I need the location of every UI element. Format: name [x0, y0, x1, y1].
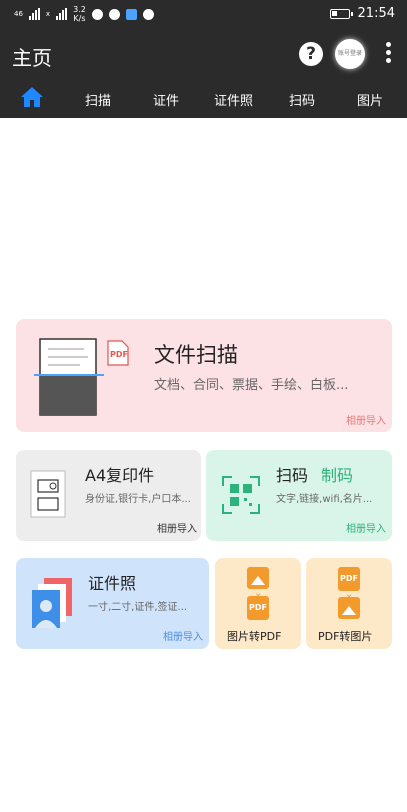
- signal-label-2: x: [45, 10, 51, 18]
- pdf-label: PDF: [110, 350, 128, 359]
- file-scan-title: 文件扫描: [154, 343, 238, 367]
- question-circle-icon[interactable]: ?: [299, 42, 323, 66]
- status-bar: 46 x 3.2 K/s 21:54: [0, 0, 407, 28]
- speed-value: 3.2: [73, 5, 86, 14]
- a4-copy-title: A4复印件: [85, 466, 155, 485]
- tab-qr[interactable]: 扫码: [289, 90, 315, 109]
- network-speed: 3.2 K/s: [73, 5, 86, 23]
- avatar[interactable]: 账号登录: [335, 39, 365, 69]
- pdf-file-icon: PDF: [247, 596, 269, 620]
- file-scan-subtitle: 文档、合同、票据、手绘、白板...: [154, 378, 349, 393]
- tab-id-photo[interactable]: 证件照: [214, 90, 253, 109]
- wechat-icon: [91, 8, 103, 20]
- qr-card[interactable]: 扫码 制码 文字,链接,wifi,名片... 相册导入: [206, 450, 392, 541]
- signal-bars-2-icon: [56, 8, 68, 20]
- qr-subtitle: 文字,链接,wifi,名片...: [276, 494, 373, 505]
- image-to-pdf-title: 图片转PDF: [227, 630, 282, 643]
- id-photo-icon: [32, 578, 72, 628]
- a4-copy-import-link[interactable]: 相册导入: [157, 520, 197, 535]
- status-right: 21:54: [329, 6, 395, 21]
- image-icon: [247, 567, 269, 589]
- page-title: 主页: [12, 46, 52, 70]
- message-icon: [108, 8, 120, 20]
- vertical-dots-icon[interactable]: [384, 42, 392, 66]
- qr-import-link[interactable]: 相册导入: [346, 520, 386, 535]
- download-icon: [142, 8, 154, 20]
- pdf-to-image-card[interactable]: PDF ⌄ PDF转图片: [306, 558, 392, 649]
- id-photo-card[interactable]: 证件照 一寸,二寸,证件,签证... 相册导入: [16, 558, 209, 649]
- signal-label-1: 46: [14, 10, 23, 18]
- qr-scan-title: 扫码: [276, 466, 309, 485]
- file-scan-import-link[interactable]: 相册导入: [346, 412, 386, 427]
- image-to-pdf-card[interactable]: ⌄ PDF 图片转PDF: [215, 558, 301, 649]
- a4-copy-subtitle: 身份证,银行卡,户口本...: [85, 494, 191, 505]
- pdf-to-image-title: PDF转图片: [318, 630, 373, 643]
- tab-id[interactable]: 证件: [153, 90, 179, 109]
- status-left: 46 x 3.2 K/s: [14, 5, 154, 23]
- tab-bar: 扫描 证件 证件照 扫码 图片: [0, 80, 407, 118]
- tab-image[interactable]: 图片: [357, 90, 383, 109]
- app-bar: 主页 ? 账号登录: [0, 28, 407, 80]
- a4-copy-card[interactable]: A4复印件 身份证,银行卡,户口本... 相册导入: [16, 450, 201, 541]
- speed-unit: K/s: [73, 14, 86, 23]
- tab-scan[interactable]: 扫描: [85, 90, 111, 109]
- id-card-icon: [30, 470, 66, 518]
- image-icon: [338, 597, 360, 619]
- id-photo-import-link[interactable]: 相册导入: [163, 628, 203, 643]
- qr-make-title[interactable]: 制码: [321, 462, 353, 486]
- id-photo-title: 证件照: [88, 574, 137, 593]
- pdf-file-icon: PDF: [338, 567, 360, 591]
- signal-bars-icon: [28, 8, 40, 20]
- id-photo-subtitle: 一寸,二寸,证件,签证...: [88, 602, 188, 613]
- file-scan-card[interactable]: PDF 文件扫描 文档、合同、票据、手绘、白板... 相册导入: [16, 319, 392, 432]
- document-scan-icon: [34, 338, 129, 416]
- clock: 21:54: [357, 6, 395, 21]
- qr-scan-icon: [222, 476, 260, 514]
- app-notification-icon: [125, 8, 137, 20]
- battery-icon: [329, 8, 353, 19]
- home-icon[interactable]: [20, 86, 44, 108]
